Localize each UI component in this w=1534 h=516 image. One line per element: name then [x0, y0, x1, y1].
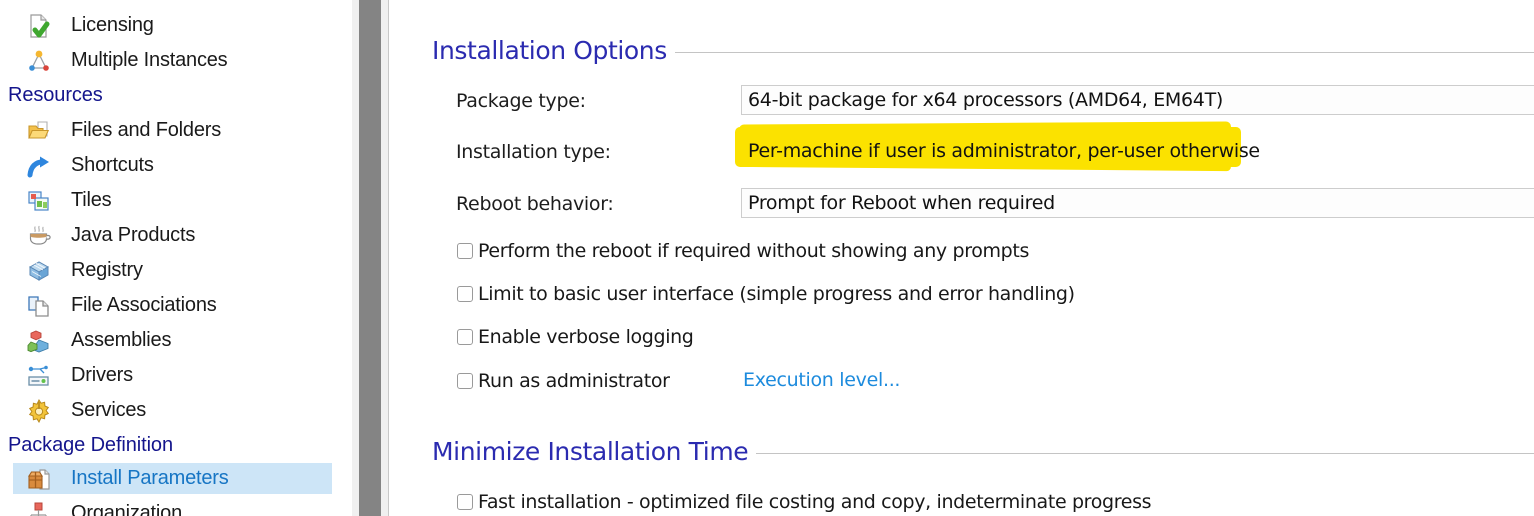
- sidebar-item-label: Files and Folders: [71, 119, 221, 141]
- multiple-instances-icon: [27, 49, 51, 73]
- drivers-icon: [27, 364, 51, 388]
- folder-icon: [27, 119, 51, 143]
- field-value-dropdown[interactable]: 64-bit package for x64 processors (AMD64…: [741, 85, 1534, 115]
- checkbox-row[interactable]: Limit to basic user interface (simple pr…: [457, 283, 1075, 305]
- checkbox-label: Limit to basic user interface (simple pr…: [478, 283, 1075, 305]
- assemblies-icon: [27, 329, 51, 353]
- sidebar-item-tiles[interactable]: Tiles: [13, 185, 332, 216]
- sidebar-item-licensing[interactable]: Licensing: [13, 10, 332, 41]
- sidebar-item-label: Shortcuts: [71, 154, 154, 176]
- checkbox-input[interactable]: [457, 373, 473, 389]
- sidebar-item-label: Organization: [71, 502, 182, 516]
- sidebar-group-header: Package Definition: [8, 434, 173, 456]
- sidebar-item-shortcuts[interactable]: Shortcuts: [13, 150, 332, 181]
- sidebar-item-label: Licensing: [71, 14, 154, 36]
- sidebar-item-label: Multiple Instances: [71, 49, 228, 71]
- checkbox-input[interactable]: [457, 494, 473, 510]
- sidebar-item-label: Registry: [71, 259, 143, 281]
- checkbox-label: Enable verbose logging: [478, 326, 694, 348]
- section-title: Minimize Installation Time: [432, 437, 749, 466]
- section-rule: [756, 453, 1534, 454]
- field-label: Reboot behavior:: [456, 193, 614, 215]
- sidebar-item-organization[interactable]: Organization: [13, 498, 332, 516]
- sidebar-item-registry[interactable]: Registry: [13, 255, 332, 286]
- shortcut-arrow-icon: [27, 154, 51, 178]
- navigation-sidebar: Resources Package Definition Licensing Mult…: [0, 0, 352, 516]
- installer-config-window: Resources Package Definition Licensing Mult…: [0, 0, 1534, 516]
- sidebar-item-label: File Associations: [71, 294, 217, 316]
- checkbox-input[interactable]: [457, 329, 473, 345]
- checkbox-row[interactable]: Fast installation - optimized file costi…: [457, 491, 1152, 513]
- section-rule: [674, 52, 1534, 53]
- execution-level-link[interactable]: Execution level...: [743, 369, 900, 391]
- file-associations-icon: [27, 294, 51, 318]
- sidebar-scrollbar-thumb[interactable]: [359, 0, 381, 516]
- sidebar-item-multiple-instances[interactable]: Multiple Instances: [13, 45, 332, 76]
- sidebar-item-drivers[interactable]: Drivers: [13, 360, 332, 391]
- sidebar-item-label: Drivers: [71, 364, 133, 386]
- field-value-text: Prompt for Reboot when required: [748, 192, 1055, 214]
- sidebar-scrollbar-track[interactable]: [352, 0, 388, 516]
- field-value-dropdown[interactable]: Per-machine if user is administrator, pe…: [741, 136, 1534, 166]
- sidebar-item-install-parameters[interactable]: Install Parameters: [13, 463, 332, 494]
- organization-icon: [27, 502, 51, 516]
- sidebar-item-label: Services: [71, 399, 147, 421]
- field-value-dropdown[interactable]: Prompt for Reboot when required: [741, 188, 1534, 218]
- checkbox-label: Perform the reboot if required without s…: [478, 240, 1030, 262]
- sidebar-item-services[interactable]: Services: [13, 395, 332, 426]
- registry-icon: [27, 259, 51, 283]
- section-header: Minimize Installation Time: [432, 437, 1534, 466]
- checkbox-input[interactable]: [457, 243, 473, 259]
- section-header: Installation Options: [432, 36, 1534, 65]
- licensing-icon: [27, 13, 51, 38]
- section-title: Installation Options: [432, 36, 667, 65]
- tiles-icon: [27, 189, 51, 213]
- sidebar-item-file-associations[interactable]: File Associations: [13, 290, 332, 321]
- services-gear-icon: [27, 398, 51, 423]
- sidebar-item-label: Tiles: [71, 189, 112, 211]
- field-value-text: 64-bit package for x64 processors (AMD64…: [748, 89, 1224, 111]
- checkbox-row[interactable]: Run as administrator: [457, 370, 670, 392]
- install-parameters-pane: Installation Options Minimize Installatio…: [389, 0, 1534, 516]
- sidebar-item-label: Assemblies: [71, 329, 172, 351]
- sidebar-item-java-products[interactable]: Java Products: [13, 220, 332, 251]
- field-value-text: Per-machine if user is administrator, pe…: [748, 140, 1260, 162]
- java-coffee-cup-icon: [27, 224, 51, 248]
- sidebar-item-files-and-folders[interactable]: Files and Folders: [13, 115, 332, 146]
- field-label: Package type:: [456, 90, 586, 112]
- field-label: Installation type:: [456, 141, 611, 163]
- sidebar-item-assemblies[interactable]: Assemblies: [13, 325, 332, 356]
- checkbox-label: Run as administrator: [478, 370, 670, 392]
- checkbox-input[interactable]: [457, 286, 473, 302]
- install-parameters-icon: [27, 467, 51, 491]
- checkbox-row[interactable]: Enable verbose logging: [457, 326, 694, 348]
- checkbox-row[interactable]: Perform the reboot if required without s…: [457, 240, 1029, 262]
- sidebar-group-header: Resources: [8, 84, 103, 106]
- checkbox-label: Fast installation - optimized file costi…: [478, 491, 1152, 513]
- sidebar-item-label: Java Products: [71, 224, 196, 246]
- sidebar-item-label: Install Parameters: [71, 467, 229, 489]
